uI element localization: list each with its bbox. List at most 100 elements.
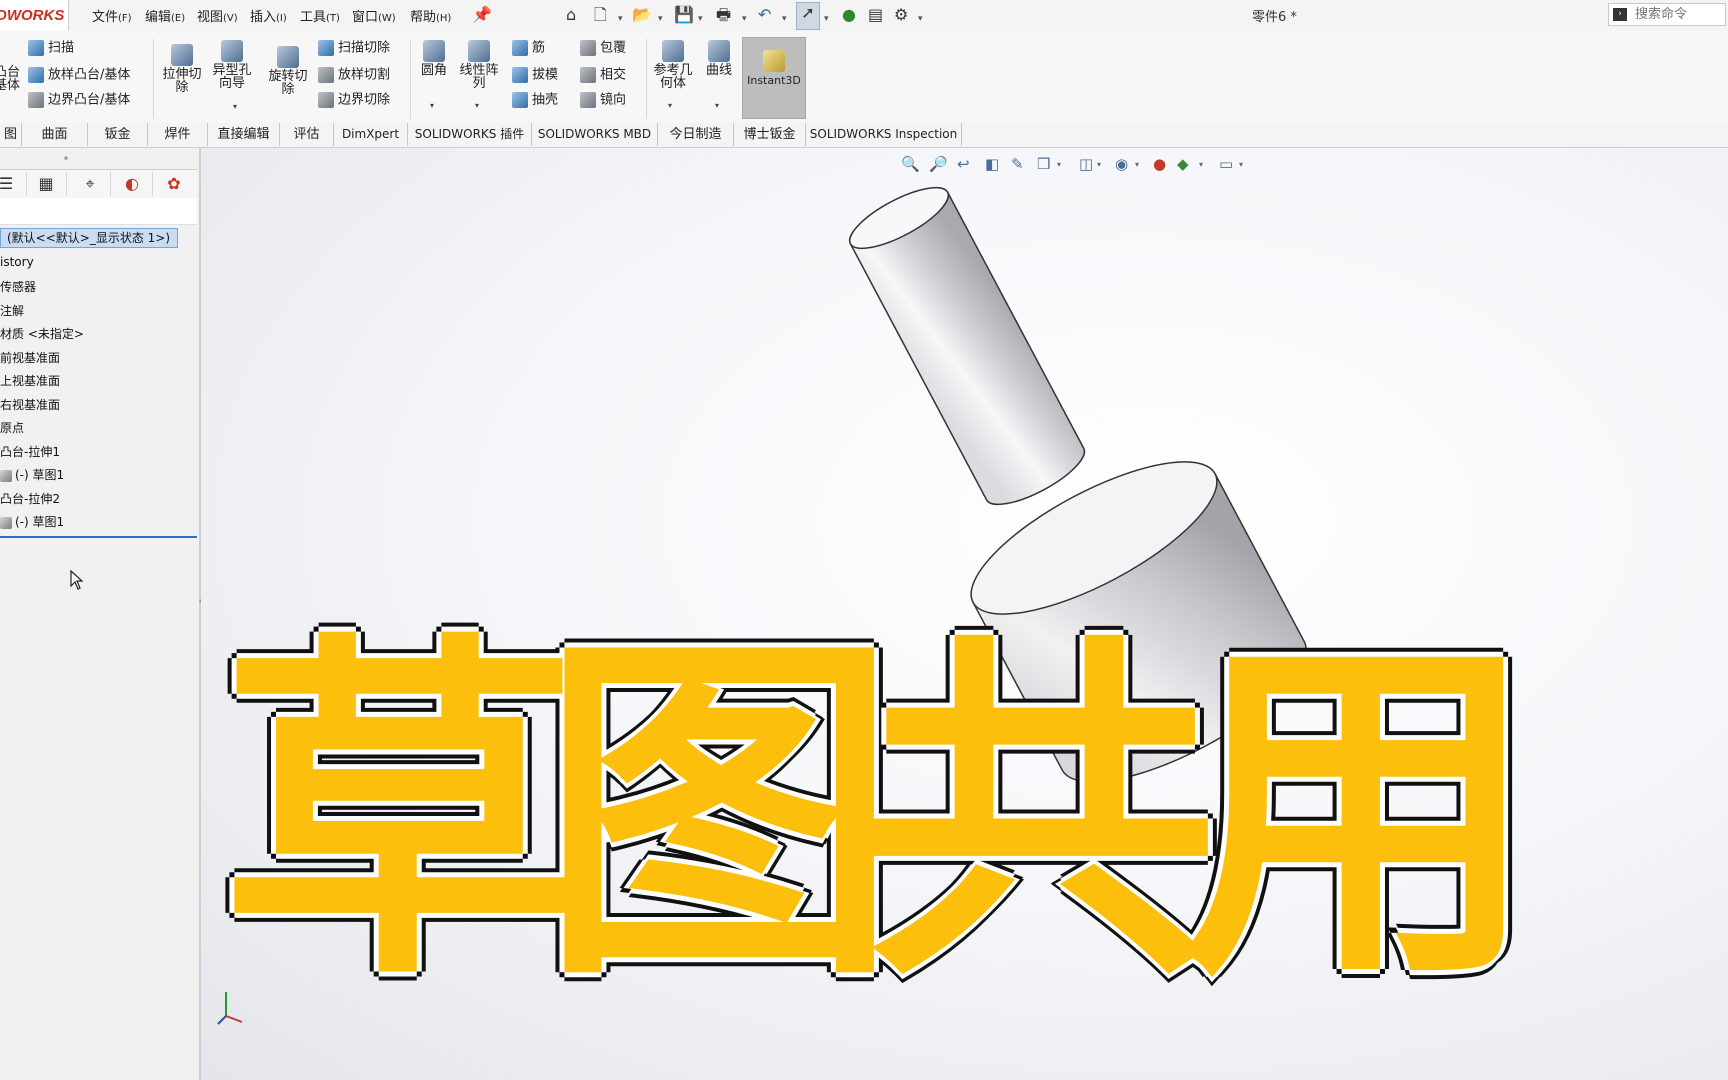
intersect-button[interactable]: 相交 [580,67,626,84]
tree-item-sketch1-b[interactable]: (-) 草图1 [0,513,64,530]
tree-item-boss-extrude2[interactable]: 凸台-拉伸2 [0,490,60,507]
tab-today-manufacturing[interactable]: 今日制造 [658,123,734,146]
chevron-down-icon[interactable]: ▾ [742,9,747,29]
menu-edit[interactable]: 编辑(E) [145,6,185,25]
tab-sketch[interactable]: 图 [0,123,22,146]
tab-solidworks-inspection[interactable]: SOLIDWORKS Inspection [806,123,962,146]
chevron-down-icon[interactable]: ▾ [475,101,479,110]
chevron-down-icon[interactable]: ▾ [1097,160,1101,169]
chevron-down-icon[interactable]: ▾ [782,9,787,29]
extruded-cut-button[interactable]: 拉伸切除 [160,44,204,94]
chevron-down-icon[interactable]: ▾ [1057,160,1061,169]
shell-button[interactable]: 抽壳 [512,92,558,109]
tree-item-front-plane[interactable]: 前视基准面 [0,349,60,366]
tree-item-right-plane[interactable]: 右视基准面 [0,396,60,413]
options-gear-icon[interactable]: ⚙ [894,5,908,25]
tab-sheet-metal[interactable]: 钣金 [88,123,148,146]
dynamic-annotation-icon[interactable]: ✎ [1011,155,1024,173]
tab-weldments[interactable]: 焊件 [148,123,208,146]
chevron-down-icon[interactable]: ▾ [618,9,623,29]
tab-evaluate[interactable]: 评估 [280,123,334,146]
section-view-icon[interactable]: ◧ [985,155,999,173]
fillet-button[interactable]: 圆角 [416,40,452,77]
display-manager-tab-icon[interactable]: ✿ [154,172,194,196]
tab-direct-editing[interactable]: 直接编辑 [208,123,280,146]
tab-surfaces[interactable]: 曲面 [22,123,88,146]
shaft-cylinder[interactable] [842,176,1092,515]
tree-item-history[interactable]: istory [0,255,34,269]
panel-grip[interactable]: ⦁ [64,153,68,163]
file-properties-icon[interactable]: ▤ [868,5,883,25]
swept-cut-button[interactable]: 扫描切除 [318,40,390,57]
curves-button[interactable]: 曲线 [700,40,738,77]
chevron-down-icon[interactable]: ▾ [1199,160,1203,169]
traffic-light-icon[interactable]: ● [842,5,856,25]
chevron-down-icon[interactable]: ▾ [430,101,434,110]
property-manager-tab-icon[interactable]: ▦ [26,172,67,196]
loft-boss-button[interactable]: 放样凸台/基体 [28,67,130,84]
tree-item-top-plane[interactable]: 上视基准面 [0,372,60,389]
edit-appearance-icon[interactable]: ● [1153,155,1166,173]
boundary-boss-button[interactable]: 边界凸台/基体 [28,92,130,109]
apply-scene-icon[interactable]: ◆ [1177,155,1189,173]
instant3d-button[interactable]: Instant3D [742,37,806,119]
hole-wizard-button[interactable]: 异型孔 向导 [210,40,254,90]
tree-item-sketch1-a[interactable]: (-) 草图1 [0,466,64,483]
rollback-bar[interactable] [0,536,197,538]
revolved-cut-button[interactable]: 旋转切除 [266,46,310,96]
search-commands-box[interactable]: › [1608,3,1727,26]
menu-help[interactable]: 帮助(H) [410,6,451,25]
view-settings-icon[interactable]: ▭ [1219,155,1233,173]
chevron-down-icon[interactable]: ▾ [698,9,703,29]
select-cursor-icon[interactable]: ➚ [796,2,820,30]
dimxpert-manager-tab-icon[interactable]: ◐ [112,172,153,196]
tree-filter-row[interactable] [0,198,197,225]
reference-geometry-button[interactable]: 参考几 何体 [650,40,696,90]
chevron-down-icon[interactable]: ▾ [824,9,829,29]
tab-solidworks-mbd[interactable]: SOLIDWORKS MBD [532,123,658,146]
zoom-to-fit-icon[interactable]: 🔍 [901,155,920,173]
configuration-manager-tab-icon[interactable]: ⌖ [70,172,111,196]
tab-sheet-metal-plugin[interactable]: 博士钣金 [734,123,806,146]
boundary-cut-button[interactable]: 边界切除 [318,92,390,109]
new-document-icon[interactable]: 🗋 [594,5,607,25]
open-folder-icon[interactable]: 📂 [632,5,652,25]
previous-view-icon[interactable]: ↩ [957,155,970,173]
tree-item-sensors[interactable]: 传感器 [0,278,36,295]
wrap-button[interactable]: 包覆 [580,40,626,57]
chevron-down-icon[interactable]: ▾ [918,9,923,29]
tab-dimxpert[interactable]: DimXpert [334,123,408,146]
chevron-down-icon[interactable]: ▾ [1135,160,1139,169]
draft-button[interactable]: 拔模 [512,67,558,84]
boss-base-button[interactable]: 凸台 基体 [0,66,20,92]
tab-solidworks-addins[interactable]: SOLIDWORKS 插件 [408,123,532,146]
rib-button[interactable]: 筋 [512,40,545,57]
menu-window[interactable]: 窗口(W) [352,6,396,25]
undo-icon[interactable]: ↶ [758,5,771,25]
pin-icon[interactable]: 📌 [472,5,492,25]
hide-show-icon[interactable]: ◉ [1115,155,1128,173]
save-icon[interactable]: 💾 [674,5,694,25]
mirror-button[interactable]: 镜向 [580,92,626,109]
feature-manager-tab-icon[interactable]: ☰ [0,172,27,196]
menu-tools[interactable]: 工具(T) [300,6,340,25]
configuration-label[interactable]: (默认<<默认>_显示状态 1>) [0,228,178,248]
zoom-area-icon[interactable]: 🔎 [929,155,948,173]
search-input[interactable] [1633,6,1727,23]
display-style-icon[interactable]: ◫ [1079,155,1093,173]
menu-file[interactable]: 文件(F) [92,6,132,25]
tree-item-boss-extrude1[interactable]: 凸台-拉伸1 [0,443,60,460]
menu-view[interactable]: 视图(V) [197,6,238,25]
print-icon[interactable]: 🖶 [716,5,731,25]
chevron-down-icon[interactable]: ▾ [715,101,719,110]
sweep-button[interactable]: 扫描 [28,40,74,57]
tree-item-origin[interactable]: 原点 [0,419,24,436]
home-icon[interactable]: ⌂ [566,5,576,25]
lofted-cut-button[interactable]: 放样切割 [318,67,390,84]
linear-pattern-button[interactable]: 线性阵列 [456,40,502,90]
chevron-down-icon[interactable]: ▾ [668,101,672,110]
tree-item-material[interactable]: 材质 <未指定> [0,325,84,342]
tree-item-annotations[interactable]: 注解 [0,302,24,319]
chevron-down-icon[interactable]: ▾ [658,9,663,29]
view-orientation-icon[interactable]: ❒ [1037,155,1050,173]
